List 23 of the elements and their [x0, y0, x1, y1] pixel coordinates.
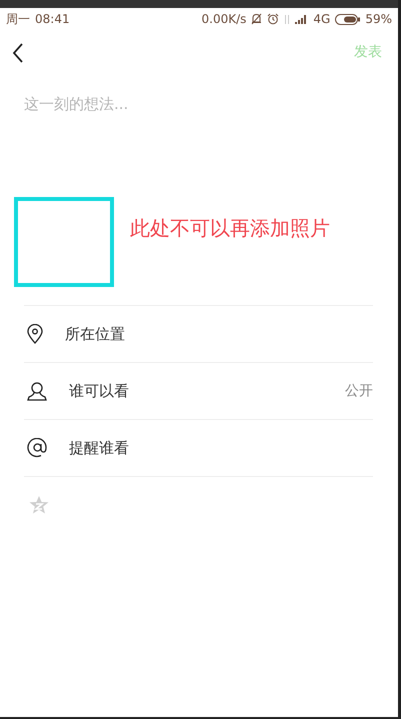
alarm-icon	[267, 13, 280, 25]
network-type-text: 4G	[313, 11, 330, 28]
mute-bell-icon	[251, 13, 262, 25]
option-label: 谁可以看	[69, 380, 130, 402]
option-label: 所在位置	[65, 324, 126, 345]
option-row[interactable]: 谁可以看 公开	[24, 363, 373, 420]
person-icon	[27, 382, 47, 400]
battery-percent-text: 59%	[365, 11, 392, 28]
option-row[interactable]: 提醒谁看	[24, 420, 373, 477]
annotation-text: 此处不可以再添加照片	[130, 215, 330, 242]
at-sign-icon	[27, 438, 47, 458]
option-label: 提醒谁看	[69, 438, 130, 459]
back-icon[interactable]	[12, 42, 24, 62]
clock-text: 08:41	[35, 11, 70, 28]
network-speed-text: 0.00K/s	[202, 11, 246, 28]
day-text: 周一	[6, 11, 30, 28]
star-icon[interactable]	[28, 495, 50, 515]
battery-icon	[335, 14, 360, 24]
option-value: 公开	[345, 382, 373, 400]
location-pin-icon	[27, 324, 43, 344]
option-row[interactable]: 所在位置	[24, 306, 373, 363]
signal-icon	[295, 14, 308, 24]
data-arrows-icon	[284, 14, 290, 24]
